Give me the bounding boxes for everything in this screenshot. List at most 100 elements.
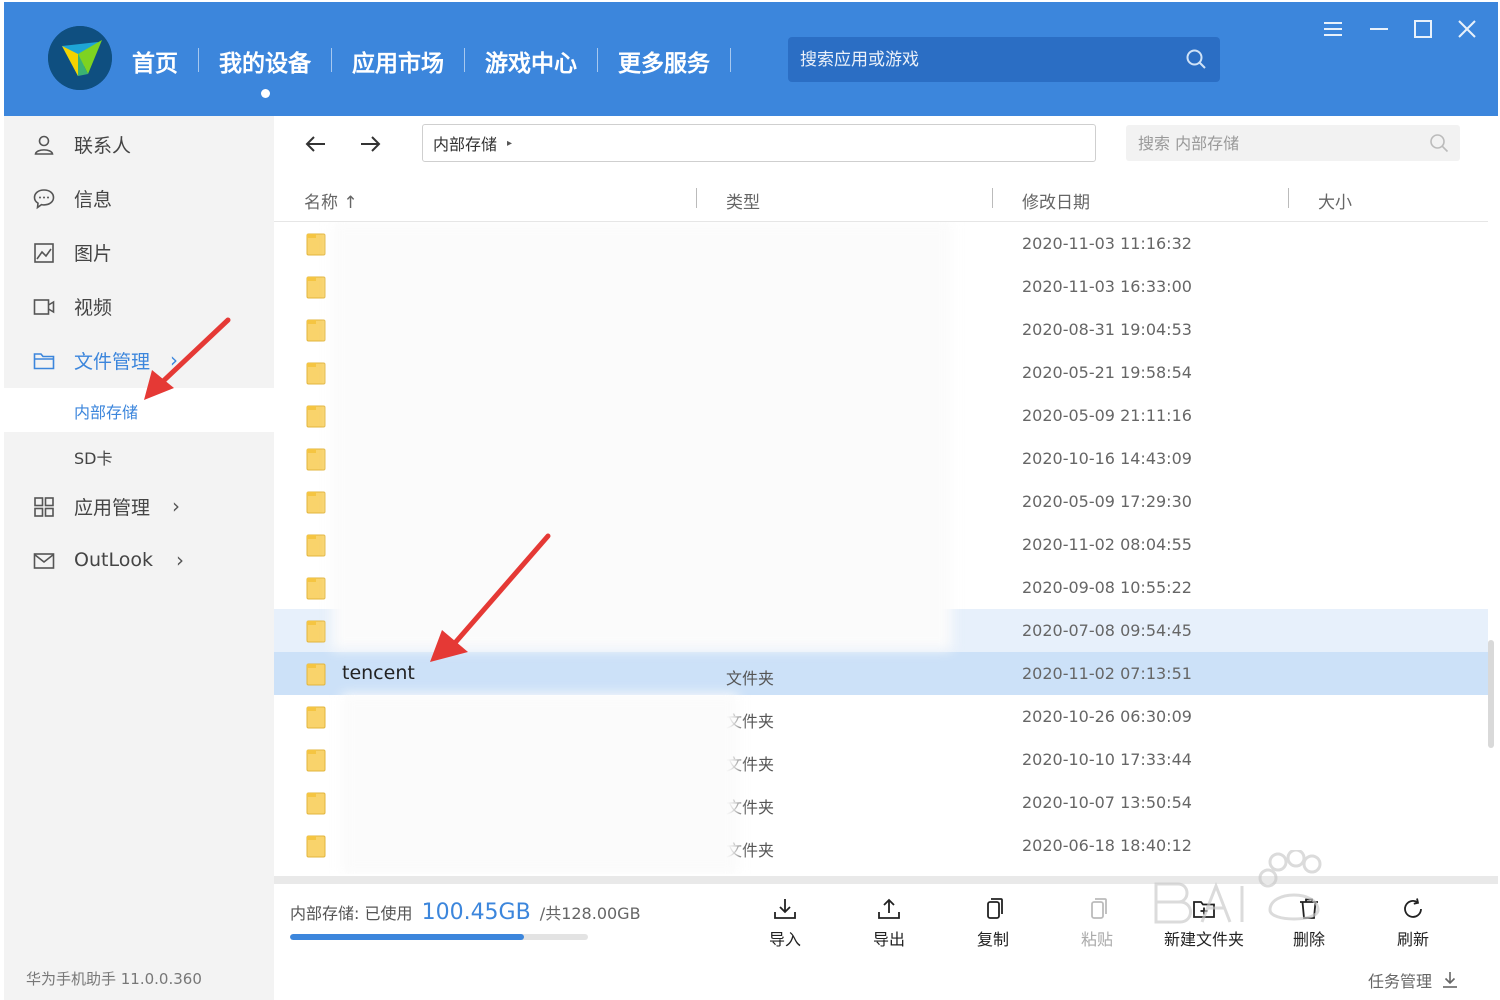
paste-label: 粘贴 — [1080, 930, 1113, 949]
sidebar-item-images[interactable]: 图片 — [4, 230, 274, 274]
menu-icon[interactable] — [1320, 16, 1346, 42]
file-modified-date: 2020-05-21 19:58:54 — [1022, 363, 1192, 382]
column-size[interactable]: 大小 — [1318, 188, 1352, 213]
file-manager-panel: 内部存储 ▸ 名称 ↑ 类型 修改日期 大小 2020-11-03 11:16:… — [274, 116, 1498, 1000]
sidebar-sub-internal-storage[interactable]: 内部存储 — [4, 388, 274, 432]
nav-more-services[interactable]: 更多服务 — [618, 38, 710, 84]
storage-progress-fill — [290, 934, 524, 940]
column-type[interactable]: 类型 — [726, 188, 760, 213]
folder-icon — [306, 361, 326, 385]
nav-my-device[interactable]: 我的设备 — [219, 38, 311, 98]
sidebar-item-contacts[interactable]: 联系人 — [4, 122, 274, 166]
forward-arrow-icon[interactable] — [356, 130, 384, 158]
folder-icon — [306, 232, 326, 256]
breadcrumb-segment[interactable]: 内部存储 — [433, 131, 497, 155]
nav-app-market[interactable]: 应用市场 — [352, 38, 444, 84]
storage-search-input[interactable] — [1126, 125, 1416, 161]
copy-button[interactable]: 复制 — [958, 896, 1028, 956]
sidebar-item-messages[interactable]: 信息 — [4, 176, 274, 220]
sidebar-item-label: 应用管理 — [74, 496, 151, 519]
column-divider[interactable] — [1288, 188, 1289, 208]
folder-icon — [306, 576, 326, 600]
person-icon — [32, 133, 56, 157]
download-icon — [1443, 972, 1458, 988]
column-divider[interactable] — [696, 188, 697, 208]
nav-home-label: 首页 — [132, 51, 178, 77]
delete-button[interactable]: 删除 — [1274, 896, 1344, 956]
sidebar-item-label: OutLook — [74, 549, 153, 571]
folder-icon — [306, 834, 326, 858]
redacted-region — [332, 222, 952, 650]
export-icon — [878, 898, 900, 919]
refresh-button[interactable]: 刷新 — [1378, 896, 1448, 956]
copy-icon — [987, 898, 1003, 919]
sidebar-sub-sd-card[interactable]: SD卡 — [4, 434, 274, 478]
search-icon[interactable] — [1428, 132, 1450, 154]
folder-icon — [32, 349, 56, 373]
file-list: 2020-11-03 11:16:32 2020-11-03 16:33:00 20… — [274, 222, 1488, 874]
task-manager-label: 任务管理 — [1368, 972, 1433, 991]
new-folder-button[interactable]: 新建文件夹 — [1148, 896, 1260, 956]
file-modified-date: 2020-05-09 17:29:30 — [1022, 492, 1192, 511]
sidebar-item-app-manager[interactable]: 应用管理 › — [4, 484, 274, 528]
message-icon — [32, 187, 56, 211]
chevron-right-icon: › — [170, 348, 178, 372]
nav-divider — [198, 48, 199, 72]
app-search-input[interactable] — [788, 37, 1168, 82]
column-name[interactable]: 名称 ↑ — [304, 188, 358, 213]
main-nav: 首页 我的设备 应用市场 游戏中心 更多服务 — [132, 38, 751, 98]
storage-usage: 内部存储: 已使用 100.45GB /共128.00GB — [290, 900, 641, 925]
sidebar-item-videos[interactable]: 视频 — [4, 284, 274, 328]
list-scrollbar[interactable] — [1488, 640, 1494, 748]
file-row[interactable]: tencent 文件夹 2020-11-02 07:13:51 — [274, 652, 1488, 695]
nav-app-market-label: 应用市场 — [352, 51, 444, 77]
export-button[interactable]: 导出 — [854, 896, 924, 956]
file-modified-date: 2020-10-16 14:43:09 — [1022, 449, 1192, 468]
sidebar-item-file-manager[interactable]: 文件管理 › — [4, 338, 274, 382]
column-divider[interactable] — [992, 188, 993, 208]
storage-total: /共128.00GB — [539, 904, 641, 923]
close-icon[interactable] — [1454, 16, 1480, 42]
chevron-right-icon: › — [172, 494, 180, 518]
search-icon[interactable] — [1184, 47, 1208, 71]
storage-progress-bar — [290, 934, 588, 940]
redacted-region — [342, 694, 738, 874]
folder-icon — [306, 404, 326, 428]
breadcrumb[interactable]: 内部存储 ▸ — [422, 124, 1096, 162]
nav-game-center[interactable]: 游戏中心 — [485, 38, 577, 84]
file-modified-date: 2020-10-26 06:30:09 — [1022, 707, 1192, 726]
paste-button[interactable]: 粘贴 — [1062, 896, 1132, 956]
file-modified-date: 2020-09-08 10:55:22 — [1022, 578, 1192, 597]
folder-icon — [306, 490, 326, 514]
folder-icon — [306, 791, 326, 815]
nav-divider — [464, 48, 465, 72]
folder-icon — [306, 748, 326, 772]
nav-home[interactable]: 首页 — [132, 38, 178, 84]
mail-icon — [32, 549, 56, 573]
folder-icon — [306, 318, 326, 342]
image-icon — [32, 241, 56, 265]
caret-right-icon[interactable]: ▸ — [507, 138, 512, 149]
sidebar-item-label: 文件管理 — [74, 350, 151, 373]
task-manager-button[interactable]: 任务管理 — [1368, 968, 1460, 992]
file-modified-date: 2020-10-07 13:50:54 — [1022, 793, 1192, 812]
nav-divider — [730, 48, 731, 72]
active-indicator-dot — [261, 89, 270, 98]
file-modified-date: 2020-06-18 18:40:12 — [1022, 836, 1192, 855]
back-arrow-icon[interactable] — [302, 130, 330, 158]
storage-used: 100.45GB — [421, 900, 531, 925]
import-label: 导入 — [768, 930, 801, 949]
import-button[interactable]: 导入 — [750, 896, 820, 956]
nav-game-center-label: 游戏中心 — [485, 51, 577, 77]
file-toolbar: 内部存储 ▸ — [274, 116, 1498, 172]
nav-more-services-label: 更多服务 — [618, 51, 710, 77]
maximize-icon[interactable] — [1410, 16, 1436, 42]
folder-icon — [306, 705, 326, 729]
sidebar-item-outlook[interactable]: OutLook › — [4, 538, 274, 582]
refresh-label: 刷新 — [1396, 930, 1429, 949]
paste-icon — [1091, 898, 1107, 919]
minimize-icon[interactable] — [1366, 16, 1392, 42]
delete-icon — [1300, 898, 1318, 919]
column-modified-date[interactable]: 修改日期 — [1022, 188, 1090, 213]
folder-icon — [306, 662, 326, 686]
